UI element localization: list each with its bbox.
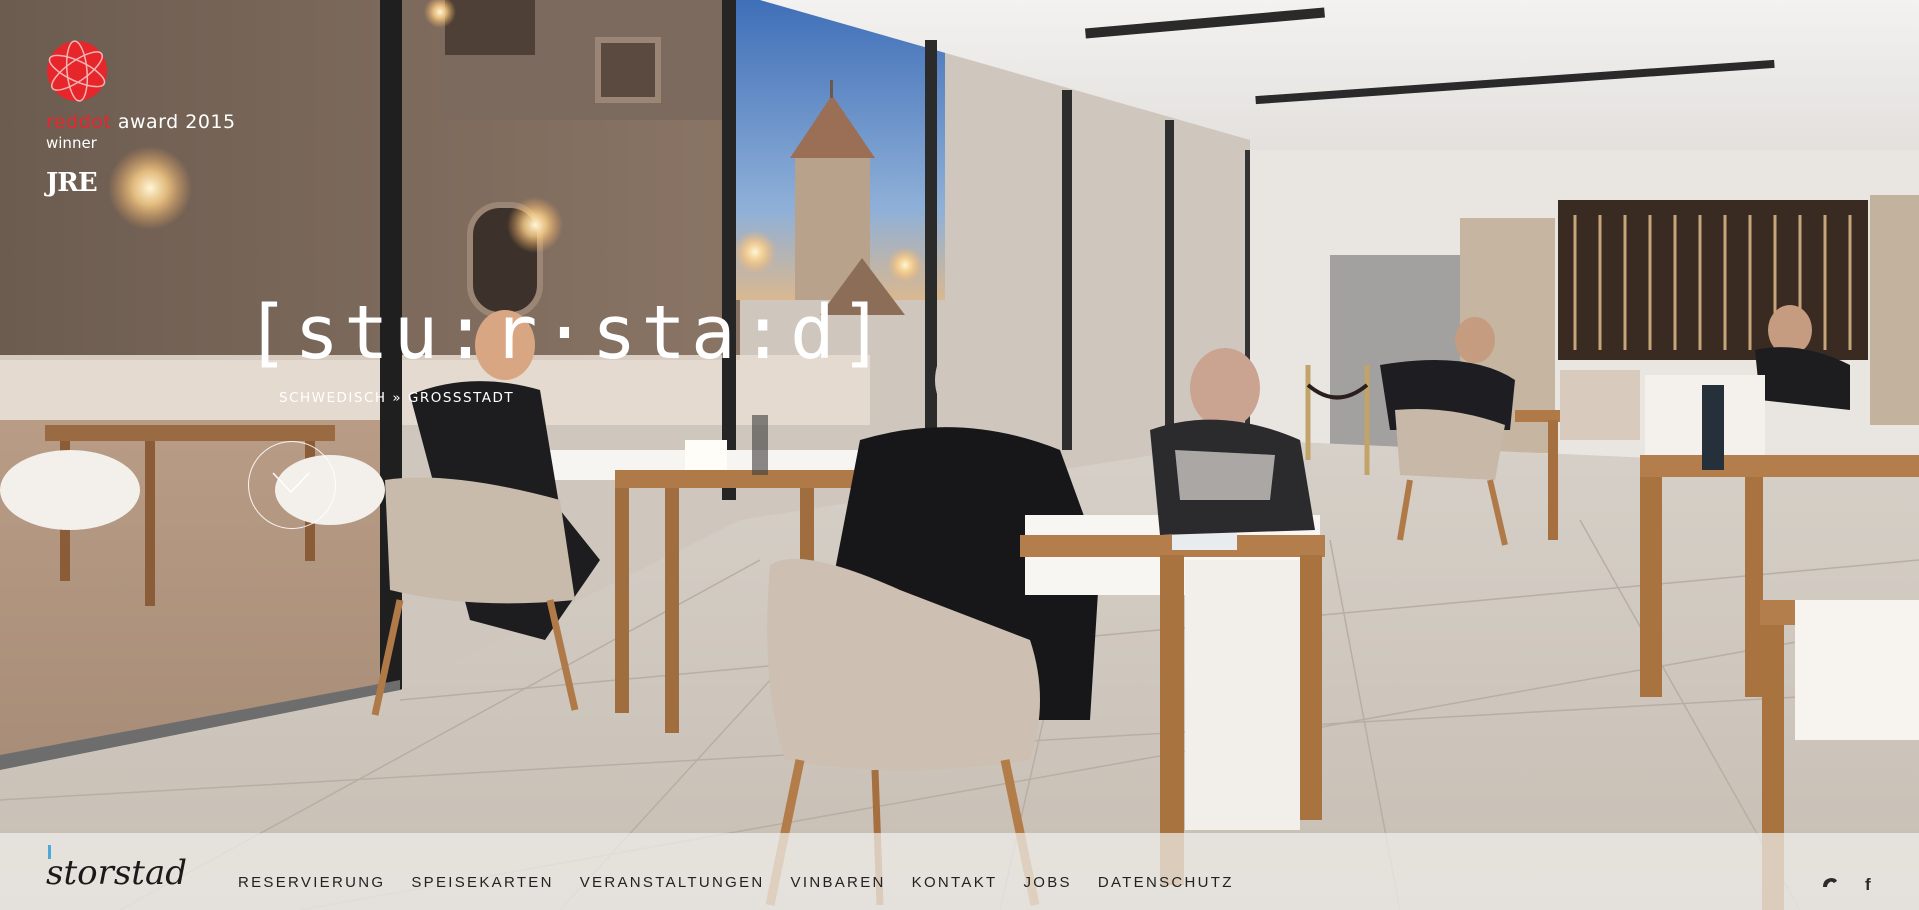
- brand-phonetic-title: [stu:r·sta:d]: [245, 290, 890, 376]
- reddot-red-text: reddot: [46, 111, 112, 133]
- nav-item-jobs[interactable]: JOBS: [1023, 874, 1071, 891]
- nav-item-datenschutz[interactable]: DATENSCHUTZ: [1098, 874, 1234, 891]
- nav-item-reservierung[interactable]: RESERVIERUNG: [238, 874, 385, 891]
- brand-wordmark: [stu:r·sta:d] SCHWEDISCH » GROSSSTADT: [245, 290, 890, 406]
- nav-item-speisekarten[interactable]: SPEISEKARTEN: [411, 874, 553, 891]
- nav-item-vinbaren[interactable]: VINBAREN: [791, 874, 886, 891]
- phone-icon: [1823, 878, 1837, 887]
- footer-bar: [0, 833, 1919, 910]
- main-navigation: RESERVIERUNG SPEISEKARTEN VERANSTALTUNGE…: [238, 874, 1260, 891]
- scroll-down-button[interactable]: [248, 441, 336, 529]
- jre-logo: JRE: [46, 168, 98, 198]
- nav-item-veranstaltungen[interactable]: VERANSTALTUNGEN: [580, 874, 765, 891]
- facebook-link[interactable]: f: [1865, 875, 1871, 895]
- chevron-down-icon: [272, 472, 310, 494]
- brand-tagline: SCHWEDISCH » GROSSSTADT: [279, 390, 515, 406]
- storstad-logo-text: storstad: [46, 853, 187, 893]
- reddot-award-year: award 2015: [111, 111, 236, 133]
- reddot-winner-label: winner: [46, 134, 97, 152]
- phone-link[interactable]: [1821, 875, 1839, 898]
- reddot-award-label: reddot award 2015: [46, 112, 236, 132]
- awards-badges: reddot award 2015 winner JRE: [46, 40, 236, 198]
- facebook-icon: f: [1865, 875, 1871, 894]
- reddot-logo-icon: [47, 40, 107, 102]
- nav-item-kontakt[interactable]: KONTAKT: [912, 874, 998, 891]
- storstad-logo[interactable]: storstad: [44, 842, 194, 902]
